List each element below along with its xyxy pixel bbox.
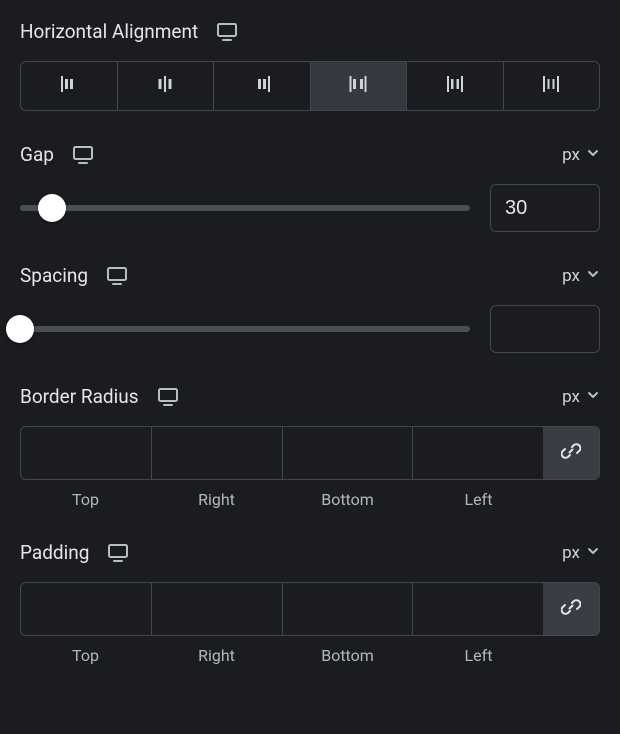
- section-header: Border Radius px: [20, 385, 600, 408]
- padding-label: Padding: [20, 541, 89, 564]
- align-start-button[interactable]: [21, 62, 118, 110]
- desktop-icon[interactable]: [107, 543, 129, 563]
- spacing-label: Spacing: [20, 264, 88, 287]
- side-label-left: Left: [413, 490, 544, 509]
- padding-right-input[interactable]: [152, 583, 282, 635]
- horizontal-alignment-label: Horizontal Alignment: [20, 20, 198, 43]
- align-center-icon: [155, 74, 175, 98]
- padding-left-input[interactable]: [413, 583, 543, 635]
- link-icon: [561, 597, 581, 621]
- desktop-icon[interactable]: [72, 145, 94, 165]
- side-label-top: Top: [20, 490, 151, 509]
- align-center-button[interactable]: [118, 62, 215, 110]
- padding-link-toggle[interactable]: [543, 583, 599, 635]
- section-header: Spacing px: [20, 264, 600, 287]
- padding-unit-label: px: [562, 543, 580, 563]
- chevron-down-icon: [586, 266, 600, 286]
- spacer: [544, 490, 600, 509]
- spacing-slider-thumb[interactable]: [6, 315, 34, 343]
- spacing-control-row: [20, 305, 600, 353]
- side-label-right: Right: [151, 646, 282, 665]
- gap-control-row: [20, 184, 600, 232]
- align-space-around-icon: [445, 74, 465, 98]
- section-border-radius: Border Radius px Top Right Bottom Left: [20, 385, 600, 509]
- align-start-icon: [59, 74, 79, 98]
- desktop-icon[interactable]: [157, 387, 179, 407]
- section-header: Horizontal Alignment: [20, 20, 600, 43]
- section-horizontal-alignment: Horizontal Alignment: [20, 20, 600, 111]
- side-label-bottom: Bottom: [282, 646, 413, 665]
- side-label-right: Right: [151, 490, 282, 509]
- border-radius-label: Border Radius: [20, 385, 139, 408]
- border-radius-bottom-input[interactable]: [283, 427, 413, 479]
- spacing-input[interactable]: [490, 305, 600, 353]
- gap-slider-thumb[interactable]: [38, 194, 66, 222]
- border-radius-sides: [20, 426, 600, 480]
- link-icon: [561, 441, 581, 465]
- side-label-top: Top: [20, 646, 151, 665]
- section-padding: Padding px Top Right Bottom Left: [20, 541, 600, 665]
- alignment-button-group: [20, 61, 600, 111]
- style-panel: Horizontal Alignment: [0, 0, 620, 665]
- border-radius-side-labels: Top Right Bottom Left: [20, 490, 600, 509]
- align-space-around-button[interactable]: [407, 62, 504, 110]
- align-space-evenly-icon: [541, 74, 561, 98]
- chevron-down-icon: [586, 145, 600, 165]
- align-space-evenly-button[interactable]: [504, 62, 600, 110]
- gap-unit-label: px: [562, 145, 580, 165]
- spacing-unit-label: px: [562, 266, 580, 286]
- align-end-icon: [252, 74, 272, 98]
- padding-bottom-input[interactable]: [283, 583, 413, 635]
- chevron-down-icon: [586, 387, 600, 407]
- align-space-between-icon: [348, 74, 368, 98]
- gap-input[interactable]: [490, 184, 600, 232]
- align-space-between-button[interactable]: [311, 62, 408, 110]
- gap-label: Gap: [20, 143, 54, 166]
- chevron-down-icon: [586, 543, 600, 563]
- border-radius-left-input[interactable]: [413, 427, 543, 479]
- spacer: [544, 646, 600, 665]
- padding-unit-select[interactable]: px: [562, 543, 600, 563]
- desktop-icon[interactable]: [106, 266, 128, 286]
- section-header: Padding px: [20, 541, 600, 564]
- section-header: Gap px: [20, 143, 600, 166]
- spacing-slider[interactable]: [20, 326, 470, 332]
- side-label-bottom: Bottom: [282, 490, 413, 509]
- align-end-button[interactable]: [214, 62, 311, 110]
- desktop-icon[interactable]: [216, 22, 238, 42]
- padding-sides: [20, 582, 600, 636]
- border-radius-right-input[interactable]: [152, 427, 282, 479]
- gap-slider[interactable]: [20, 205, 470, 211]
- gap-unit-select[interactable]: px: [562, 145, 600, 165]
- border-radius-unit-select[interactable]: px: [562, 387, 600, 407]
- border-radius-top-input[interactable]: [21, 427, 151, 479]
- padding-top-input[interactable]: [21, 583, 151, 635]
- section-gap: Gap px: [20, 143, 600, 232]
- side-label-left: Left: [413, 646, 544, 665]
- section-spacing: Spacing px: [20, 264, 600, 353]
- border-radius-link-toggle[interactable]: [543, 427, 599, 479]
- border-radius-unit-label: px: [562, 387, 580, 407]
- padding-side-labels: Top Right Bottom Left: [20, 646, 600, 665]
- spacing-unit-select[interactable]: px: [562, 266, 600, 286]
